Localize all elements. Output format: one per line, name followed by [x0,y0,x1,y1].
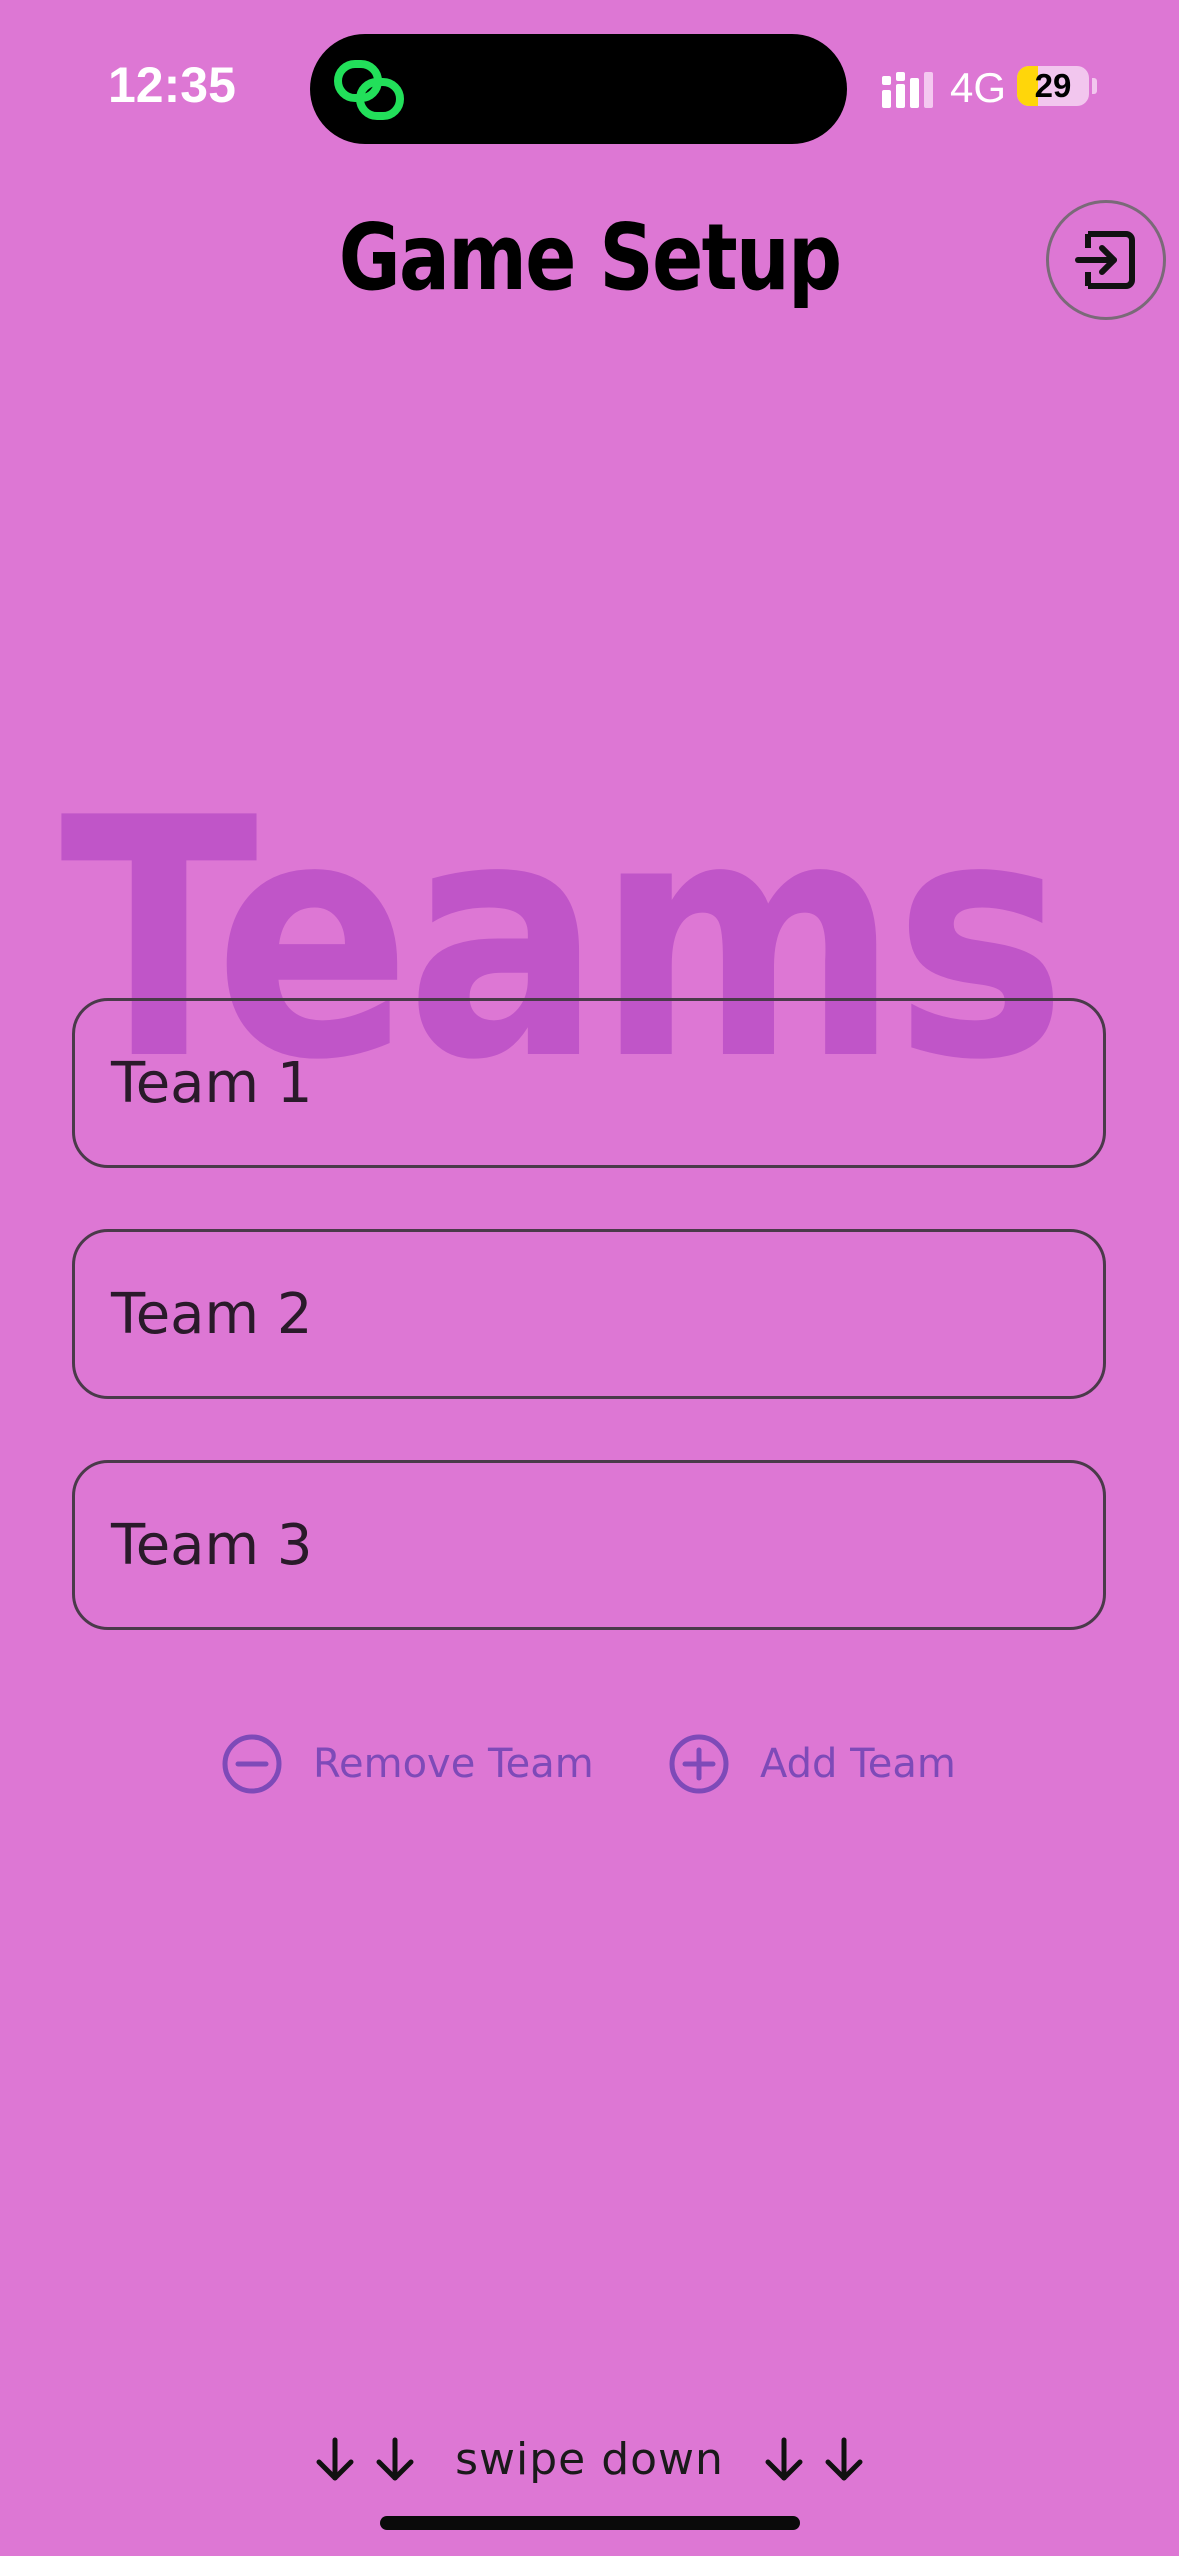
team-name-value: Team 1 [111,1050,313,1116]
battery-icon: 29 [1017,66,1089,106]
add-team-label: Add Team [760,1741,956,1787]
swipe-label: swipe down [455,2434,724,2485]
status-time: 12:35 [108,57,236,113]
add-team-button[interactable]: Add Team [668,1733,956,1795]
link-icon [334,60,404,120]
signal-icon [882,72,933,108]
remove-team-button[interactable]: Remove Team [221,1733,594,1795]
arrow-down-icon [765,2437,803,2480]
battery-level: 29 [1034,67,1072,104]
team-name-value: Team 2 [111,1281,313,1347]
home-indicator[interactable] [380,2516,800,2530]
page-title: Game Setup [338,204,842,311]
minus-circle-icon [222,1734,282,1794]
arrow-down-icon [825,2437,863,2480]
exit-icon [1075,231,1135,289]
remove-team-label: Remove Team [313,1741,594,1787]
team-name-field[interactable]: Team 2 [72,1229,1106,1399]
team-name-field[interactable]: Team 3 [72,1460,1106,1630]
team-name-value: Team 3 [111,1512,313,1578]
arrow-down-icon [376,2437,414,2480]
network-type: 4G [950,64,1007,111]
battery-cap [1092,78,1097,94]
plus-circle-icon [669,1734,729,1794]
team-name-field[interactable]: Team 1 [72,998,1106,1168]
swipe-hint[interactable]: swipe down [0,2434,1179,2485]
arrow-down-icon [316,2437,354,2480]
exit-button[interactable] [1046,200,1166,320]
